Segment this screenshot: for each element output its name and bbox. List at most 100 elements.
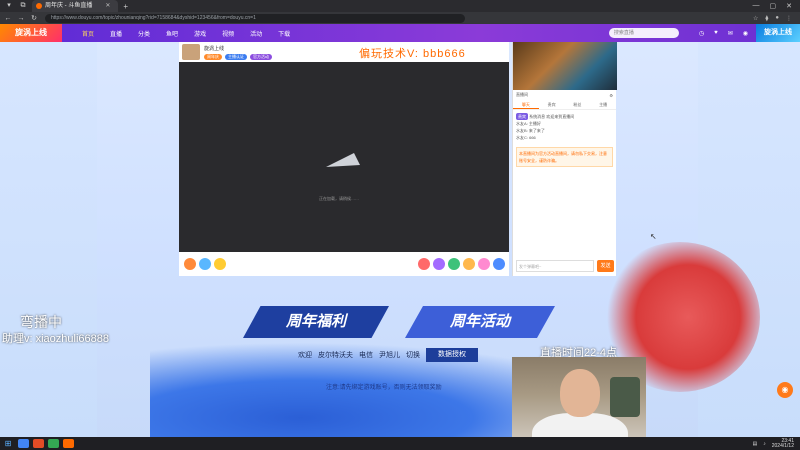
floating-assistant-icon[interactable]: ◉ <box>777 382 793 398</box>
chat-title: 直播间 <box>516 92 528 97</box>
more-menu-icon[interactable]: ⋮ <box>786 15 792 22</box>
chat-messages: 贵宾 系统消息 欢迎来到直播间 水友A: 主播好 水友B: 来了来了 水友C: … <box>513 110 616 144</box>
switch-account-link[interactable]: 切换 <box>406 350 420 360</box>
tag-0[interactable]: 周年庆 <box>204 53 222 60</box>
user-avatar-icon[interactable]: ◉ <box>743 30 748 37</box>
info-region: 电信 <box>359 352 373 359</box>
chat-tabs: 聊天 贵宾 粉丝 主播 <box>513 100 616 110</box>
chat-tab-1[interactable]: 贵宾 <box>539 100 565 109</box>
os-taskbar: ⊞ ▤ ♪ 23:41 2024/1/12 <box>0 437 800 450</box>
taskbar-app-icon[interactable] <box>63 439 74 448</box>
site-logo[interactable]: 旋涡上线 <box>0 24 62 42</box>
chat-tab-0[interactable]: 聊天 <box>513 100 539 109</box>
chat-tab-2[interactable]: 粉丝 <box>565 100 591 109</box>
send-button[interactable]: 发送 <box>597 260 614 272</box>
site-nav: 首页 直播 分类 鱼吧 游戏 视频 活动 下载 <box>82 29 290 38</box>
banner-activity[interactable]: 周年活动 <box>405 306 555 338</box>
new-tab-icon[interactable]: + <box>123 2 128 11</box>
chat-notice: 本直播间为官方活动直播间，请勿私下交易，注意账号安全，谨防诈骗。 <box>516 147 613 167</box>
chat-message: 水友B: 来了来了 <box>516 128 545 133</box>
info-role: 尹旭儿 <box>379 352 400 359</box>
url-input[interactable]: https://www.douyu.com/topic/zhounianqing… <box>45 13 465 23</box>
site-favicon-icon <box>36 3 42 9</box>
gift-icon[interactable] <box>214 258 226 270</box>
tab-close-icon[interactable]: ✕ <box>105 0 110 12</box>
extensions-icon[interactable]: ⧫ <box>765 15 768 22</box>
star-icon[interactable]: ☆ <box>753 15 758 22</box>
browser-address-bar: ← → ↻ https://www.douyu.com/topic/zhouni… <box>0 12 800 24</box>
site-search-input[interactable]: 搜索直播 <box>608 28 679 38</box>
gift-icon[interactable] <box>184 258 196 270</box>
system-tray: ▤ ♪ 23:41 2024/1/12 <box>753 438 794 449</box>
cam-background-shelf <box>610 377 640 417</box>
site-header: 旋涡上线 首页 直播 分类 鱼吧 游戏 视频 活动 下载 搜索直播 ◷ ♥ ✉ … <box>0 24 800 42</box>
nav-item-3[interactable]: 鱼吧 <box>166 29 178 38</box>
volume-icon[interactable]: ♪ <box>763 441 766 447</box>
forward-icon[interactable]: → <box>16 15 26 22</box>
streamer-name[interactable]: 旋涡上线 <box>204 45 272 52</box>
chat-tab-3[interactable]: 主播 <box>590 100 616 109</box>
close-window-icon[interactable]: ✕ <box>786 2 792 10</box>
gift-icon[interactable] <box>493 258 505 270</box>
nav-item-6[interactable]: 活动 <box>250 29 262 38</box>
banner-welfare[interactable]: 周年福利 <box>243 306 389 338</box>
minimize-icon[interactable]: — <box>753 2 760 10</box>
tab-group-icon[interactable]: ⧉ <box>18 1 28 11</box>
chat-input[interactable]: 发个弹幕吧~ <box>516 260 594 272</box>
gift-icon[interactable] <box>463 258 475 270</box>
reload-icon[interactable]: ↻ <box>29 14 39 22</box>
nav-item-7[interactable]: 下载 <box>278 29 290 38</box>
chat-panel: 直播间 ⚙ 聊天 贵宾 粉丝 主播 贵宾 系统消息 欢迎来到直播间 水友A: 主… <box>512 42 617 276</box>
streamer-tags: 周年庆 主播认证 官方活动 <box>204 53 272 60</box>
stream-overlay-text: 偏玩技术V: bbb666 <box>359 48 466 60</box>
gift-list <box>418 258 505 270</box>
message-icon[interactable]: ✉ <box>728 30 733 37</box>
start-menu-icon[interactable]: ⊞ <box>2 437 14 450</box>
webcam-overlay <box>512 357 646 437</box>
stream-player: 旋涡上线 周年庆 主播认证 官方活动 偏玩技术V: bbb666 正在加载，请稍… <box>179 42 509 276</box>
gift-icon[interactable] <box>448 258 460 270</box>
nav-item-1[interactable]: 直播 <box>110 29 122 38</box>
history-icon[interactable]: ◷ <box>699 30 704 37</box>
info-server: 皮尔特沃夫 <box>318 352 353 359</box>
loading-icon <box>326 153 360 167</box>
mini-video-preview[interactable] <box>513 42 617 90</box>
system-clock[interactable]: 23:41 2024/1/12 <box>772 438 794 449</box>
gift-icon[interactable] <box>478 258 490 270</box>
gift-icon[interactable] <box>433 258 445 270</box>
bg-side-left <box>0 42 97 437</box>
nav-item-0[interactable]: 首页 <box>82 29 94 38</box>
window-controls: — ▢ ✕ <box>753 2 793 10</box>
chat-message: 水友C: 666 <box>516 135 536 140</box>
chat-settings-icon[interactable]: ⚙ <box>609 93 613 98</box>
nav-item-4[interactable]: 游戏 <box>194 29 206 38</box>
chat-badge: 贵宾 <box>516 113 528 120</box>
nav-item-2[interactable]: 分类 <box>138 29 150 38</box>
overlay-status: 弯播中 <box>20 314 62 330</box>
promo-logo[interactable]: 旋涡上线 <box>756 24 800 42</box>
browser-tab-active[interactable]: 周年庆 - 斗鱼直播 ✕ <box>32 0 119 12</box>
nav-item-5[interactable]: 视频 <box>222 29 234 38</box>
follow-icon[interactable]: ♥ <box>714 30 718 37</box>
taskbar-app-icon[interactable] <box>18 439 29 448</box>
gift-icon[interactable] <box>418 258 430 270</box>
maximize-icon[interactable]: ▢ <box>770 2 777 10</box>
info-welcome: 欢迎 <box>298 352 312 359</box>
network-icon[interactable]: ▤ <box>753 441 758 447</box>
browser-menu-icon[interactable]: ▾ <box>4 1 14 11</box>
chat-message: 贵宾 系统消息 欢迎来到直播间 <box>516 113 613 120</box>
back-icon[interactable]: ← <box>3 15 13 22</box>
gift-icon[interactable] <box>199 258 211 270</box>
tag-2[interactable]: 官方活动 <box>250 53 272 60</box>
taskbar-app-icon[interactable] <box>48 439 59 448</box>
data-auth-button[interactable]: 数据授权 <box>426 348 478 362</box>
profile-icon[interactable]: ● <box>775 15 779 22</box>
browser-tab-bar: ▾ ⧉ 周年庆 - 斗鱼直播 ✕ + — ▢ ✕ <box>0 0 800 12</box>
streamer-meta: 旋涡上线 周年庆 主播认证 官方活动 <box>204 45 272 60</box>
video-area[interactable]: 正在加载，请稍候…… <box>179 62 509 252</box>
chat-message: 水友A: 主播好 <box>516 121 541 126</box>
bind-notice: 注意:请先绑定游戏账号，否则无法领取奖励 <box>326 385 442 391</box>
streamer-avatar[interactable] <box>182 44 200 60</box>
tag-1[interactable]: 主播认证 <box>225 53 247 60</box>
taskbar-app-icon[interactable] <box>33 439 44 448</box>
